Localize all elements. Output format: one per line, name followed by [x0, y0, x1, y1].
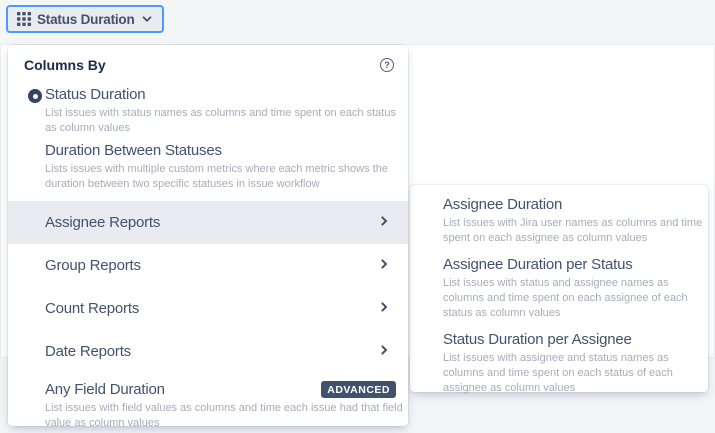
- submenu-item-description: List issues with Jira user names as colu…: [443, 216, 694, 246]
- menu-item-any-field-duration[interactable]: Any Field Duration ADVANCED List issues …: [8, 373, 408, 431]
- description-line: columns and time spent on each assignee …: [443, 291, 694, 306]
- columns-by-dropdown-panel: Columns By ? Status Duration List issues…: [8, 45, 408, 426]
- submenu-item-title: Assignee Duration: [443, 196, 694, 214]
- menu-item-description: List issues with status names as columns…: [45, 106, 392, 136]
- menu-item-label: Date Reports: [45, 343, 131, 360]
- submenu-item-description: List issues with assignee and status nam…: [443, 351, 694, 396]
- menu-item-count-reports[interactable]: Count Reports: [8, 287, 408, 330]
- description-line: spent on each assignee as column values: [443, 231, 694, 246]
- menu-item-title: Any Field Duration: [45, 381, 165, 399]
- menu-item-label: Assignee Reports: [45, 214, 160, 231]
- menu-item-label: Count Reports: [45, 300, 139, 317]
- panel-header: Columns By ?: [8, 45, 408, 74]
- help-icon[interactable]: ?: [380, 58, 394, 72]
- description-line: Lists issues with multiple custom metric…: [45, 162, 392, 177]
- menu-item-status-duration[interactable]: Status Duration List issues with status …: [8, 86, 408, 136]
- submenu-item-description: List issues with status and assignee nam…: [443, 276, 694, 321]
- description-line: assignee as column values: [443, 381, 694, 396]
- panel-title: Columns By: [24, 56, 106, 74]
- chevron-right-icon: [378, 214, 390, 231]
- menu-item-date-reports[interactable]: Date Reports: [8, 330, 408, 373]
- chevron-down-icon: [141, 13, 153, 25]
- menu-item-label: Group Reports: [45, 257, 141, 274]
- grid-icon: [17, 12, 31, 26]
- description-line: status as column values: [443, 306, 694, 321]
- menu-item-description: Lists issues with multiple custom metric…: [45, 162, 392, 192]
- description-line: List issues with status and assignee nam…: [443, 276, 694, 291]
- advanced-badge: ADVANCED: [321, 381, 396, 398]
- description-line: List issues with field values as columns…: [45, 401, 396, 416]
- description-line: columns and time spent on each status of…: [443, 366, 694, 381]
- menu-item-description: List issues with field values as columns…: [45, 401, 396, 431]
- menu-item-title: Duration Between Statuses: [45, 142, 392, 160]
- description-line: List issues with status names as columns…: [45, 106, 392, 121]
- menu-item-title: Status Duration: [45, 86, 392, 104]
- chevron-right-icon: [378, 300, 390, 317]
- trigger-button-label: Status Duration: [37, 12, 135, 27]
- submenu-item-status-duration-per-assignee[interactable]: Status Duration per Assignee List issues…: [443, 331, 694, 396]
- category-rows: Assignee Reports Group Reports Count Rep…: [8, 201, 408, 373]
- radio-selected-icon[interactable]: [28, 89, 42, 103]
- menu-item-duration-between-statuses[interactable]: Duration Between Statuses Lists issues w…: [8, 142, 408, 192]
- status-duration-dropdown-button[interactable]: Status Duration: [6, 5, 164, 33]
- submenu-item-title: Status Duration per Assignee: [443, 331, 694, 349]
- description-line: as column values: [45, 121, 392, 136]
- assignee-reports-submenu-panel: Assignee Duration List issues with Jira …: [410, 185, 708, 392]
- description-line: duration between two specific statuses i…: [45, 177, 392, 192]
- description-line: List issues with Jira user names as colu…: [443, 216, 694, 231]
- chevron-right-icon: [378, 343, 390, 360]
- menu-item-group-reports[interactable]: Group Reports: [8, 244, 408, 287]
- chevron-right-icon: [378, 257, 390, 274]
- submenu-item-assignee-duration-per-status[interactable]: Assignee Duration per Status List issues…: [443, 256, 694, 321]
- submenu-item-title: Assignee Duration per Status: [443, 256, 694, 274]
- submenu-item-assignee-duration[interactable]: Assignee Duration List issues with Jira …: [443, 196, 694, 246]
- menu-item-assignee-reports[interactable]: Assignee Reports: [8, 201, 408, 244]
- description-line: List issues with assignee and status nam…: [443, 351, 694, 366]
- description-line: value as column values: [45, 416, 396, 431]
